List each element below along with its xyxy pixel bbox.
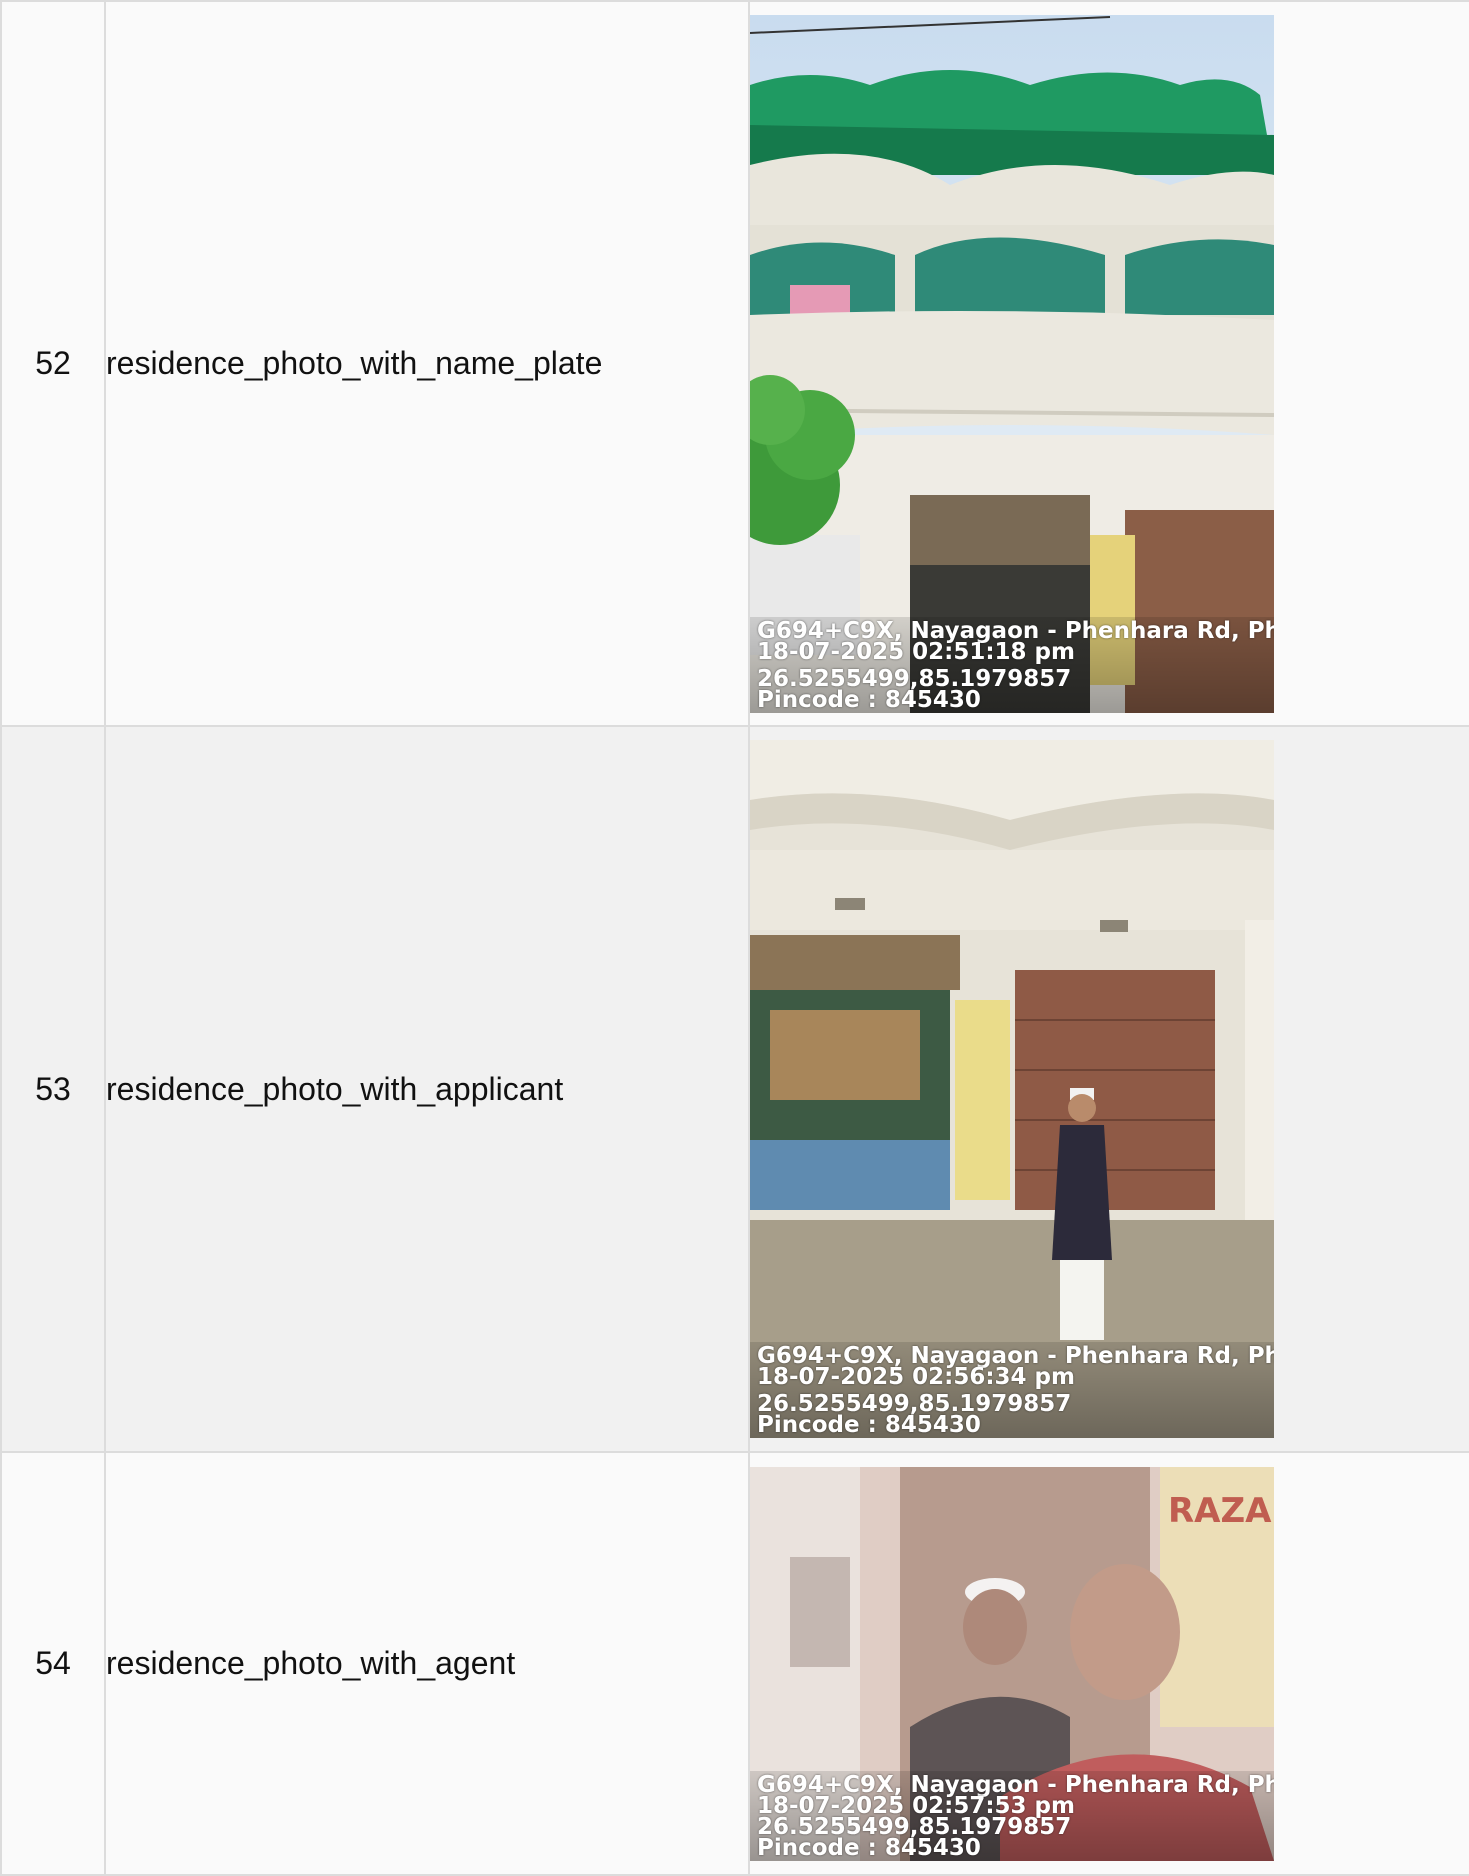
row-number: 53	[0, 725, 106, 1453]
photo-cell: G694+C9X, Nayagaon - Phenhara Rd, Phenha…	[748, 0, 1469, 727]
field-name: residence_photo_with_agent	[104, 1451, 750, 1876]
photo-cell: G694+C9X, Nayagaon - Phenhara Rd, Phenha…	[748, 725, 1469, 1453]
table-row: 52 residence_photo_with_name_plate G694+…	[0, 0, 1469, 727]
photo-report-table: 52 residence_photo_with_name_plate G694+…	[0, 0, 1469, 1876]
row-number: 52	[0, 0, 106, 727]
geotag-stamp: G694+C9X, Nayagaon - Phenhara Rd, Phenha…	[750, 616, 1274, 713]
field-name: residence_photo_with_name_plate	[104, 0, 750, 727]
residence-photo[interactable]: RAZA G694+C9X, Nayagaon - Phenhara Rd, P…	[750, 1466, 1274, 1861]
residence-photo[interactable]: G694+C9X, Nayagaon - Phenhara Rd, Phenha…	[750, 14, 1274, 713]
building-facade-image	[750, 14, 1274, 713]
row-number: 54	[0, 1451, 106, 1876]
geotag-stamp: G694+C9X, Nayagaon - Phenhara Rd, Phenh …	[750, 1770, 1274, 1861]
field-name: residence_photo_with_applicant	[104, 725, 750, 1453]
geotag-stamp: G694+C9X, Nayagaon - Phenhara Rd, Phenha…	[750, 1342, 1274, 1438]
shopfront-with-applicant-image	[750, 740, 1274, 1438]
table-row: 54 residence_photo_with_agent RAZA G694+…	[0, 1451, 1469, 1876]
residence-photo[interactable]: G694+C9X, Nayagaon - Phenhara Rd, Phenha…	[750, 740, 1274, 1438]
geotag-datetime: 18-07-2025 02:51:18 pm	[757, 638, 1075, 665]
geotag-pincode: Pincode : 845430	[757, 1412, 981, 1438]
photo-cell: RAZA G694+C9X, Nayagaon - Phenhara Rd, P…	[748, 1451, 1469, 1876]
geotag-datetime: 18-07-2025 02:56:34 pm	[757, 1364, 1075, 1390]
geotag-pincode: Pincode : 845430	[757, 1834, 981, 1861]
table-row: 53 residence_photo_with_applicant G694+C…	[0, 725, 1469, 1453]
geotag-pincode: Pincode : 845430	[757, 686, 981, 713]
